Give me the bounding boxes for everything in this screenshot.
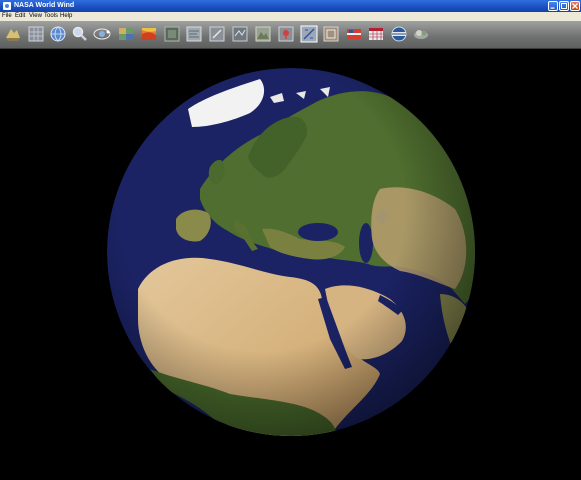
image-layer-button[interactable] — [162, 24, 182, 44]
photo-button[interactable] — [344, 24, 364, 44]
globe-icon — [50, 26, 66, 42]
satellite-button[interactable] — [92, 24, 112, 44]
globe-viewport[interactable] — [0, 49, 581, 480]
globe-shading — [107, 68, 475, 436]
close-icon — [572, 3, 578, 9]
map-button[interactable] — [184, 24, 204, 44]
scale-icon — [209, 26, 225, 42]
layers-icon — [119, 28, 133, 40]
toolbar — [0, 21, 581, 49]
menu-help[interactable]: Help — [60, 12, 72, 21]
scale-button[interactable] — [207, 24, 227, 44]
maximize-icon — [561, 3, 567, 9]
world-button[interactable] — [3, 24, 23, 44]
maximize-button[interactable] — [559, 1, 569, 11]
globe-button[interactable] — [48, 24, 68, 44]
places-button[interactable] — [276, 24, 296, 44]
world-icon — [6, 29, 20, 41]
search-icon — [72, 26, 87, 41]
chart-button[interactable] — [366, 24, 386, 44]
layers-button[interactable] — [116, 24, 136, 44]
places-icon — [278, 26, 294, 42]
terrain-button[interactable] — [253, 24, 273, 44]
boundaries-button[interactable] — [230, 24, 250, 44]
minimize-icon — [550, 7, 555, 9]
close-button[interactable] — [570, 1, 580, 11]
boundaries-icon — [232, 26, 248, 42]
grid-button[interactable] — [26, 24, 46, 44]
globe-render[interactable] — [0, 49, 581, 480]
chart-icon — [369, 28, 383, 40]
temperature-map-button[interactable] — [139, 24, 159, 44]
photo-icon — [347, 29, 361, 39]
app-icon — [3, 2, 11, 10]
menu-bar: File Edit View Tools Help — [0, 12, 581, 21]
search-button[interactable] — [70, 24, 90, 44]
menu-view[interactable]: View — [29, 12, 42, 21]
window-title: NASA World Wind — [14, 2, 75, 9]
compass-button[interactable] — [389, 24, 409, 44]
minimize-button[interactable] — [548, 1, 558, 11]
grid-icon — [28, 26, 44, 42]
favorites-button[interactable] — [299, 24, 319, 44]
measure-button[interactable] — [321, 24, 341, 44]
image-layer-icon — [164, 26, 180, 42]
menu-tools[interactable]: Tools — [44, 12, 58, 21]
plugin-button[interactable] — [411, 24, 431, 44]
compass-icon — [391, 26, 407, 42]
satellite-icon — [93, 28, 111, 40]
menu-edit[interactable]: Edit — [15, 12, 25, 21]
menu-file[interactable]: File — [2, 12, 12, 21]
plugin-icon — [414, 30, 428, 39]
title-bar[interactable]: NASA World Wind — [0, 0, 581, 12]
measure-icon — [323, 26, 339, 42]
app-window: NASA World Wind File Edit View Tools Hel… — [0, 0, 581, 480]
temperature-map-icon — [142, 28, 156, 40]
map-icon — [186, 26, 202, 42]
favorites-icon — [300, 25, 318, 43]
terrain-icon — [255, 26, 271, 42]
